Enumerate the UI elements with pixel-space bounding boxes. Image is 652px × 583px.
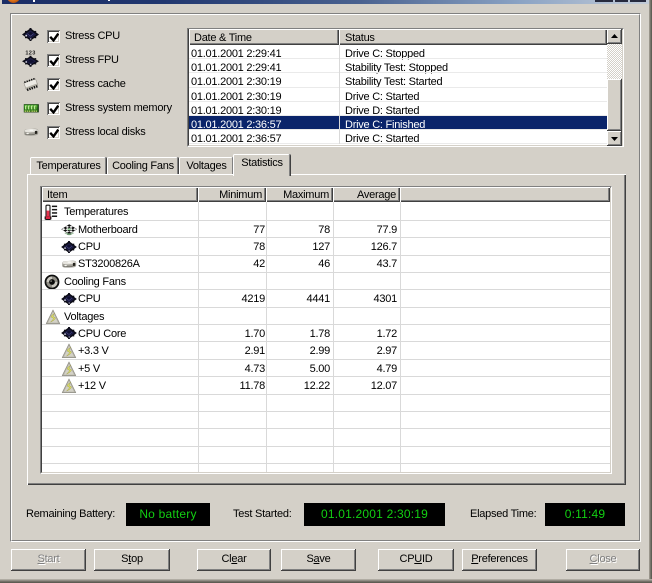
svg-text:123: 123 — [25, 50, 35, 56]
